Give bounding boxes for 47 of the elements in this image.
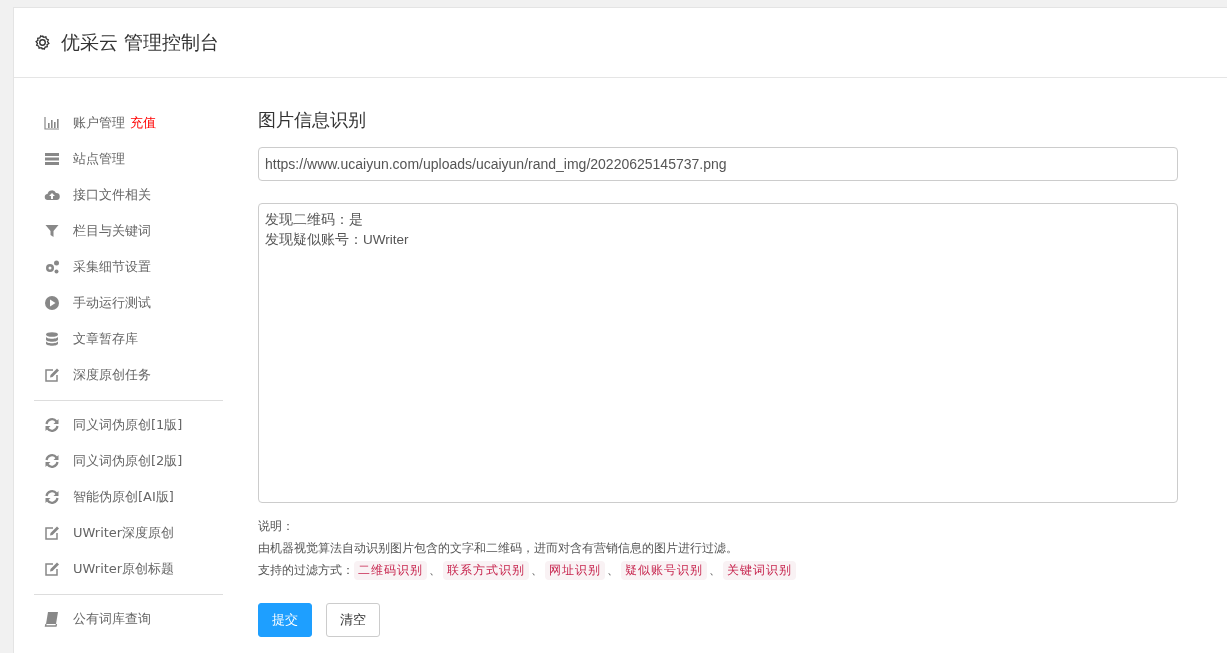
result-line: 发现二维码：是 [265, 211, 363, 229]
sidebar-link[interactable]: 同义词伪原创[1版] [73, 416, 183, 434]
separator: 、 [530, 561, 544, 579]
clear-button[interactable]: 清空 [326, 603, 380, 637]
refresh-icon [44, 453, 60, 469]
sidebar-link[interactable]: 公有词库查询 [73, 610, 151, 628]
server-icon [44, 151, 60, 167]
sidebar-link[interactable]: 账户管理 [73, 114, 125, 132]
filter-tag: 关键词识别 [723, 560, 796, 580]
note-text: 由机器视觉算法自动识别图片包含的文字和二维码，进而对含有营销信息的图片进行过滤。 [258, 540, 739, 557]
sidebar-link[interactable]: 文章暂存库 [73, 330, 138, 348]
separator: 、 [606, 561, 620, 579]
filter-tag: 疑似账号识别 [621, 560, 707, 580]
cloud-upload-icon [44, 187, 60, 203]
section-title: 图片信息识别 [258, 108, 367, 132]
recharge-link[interactable]: 充值 [130, 114, 156, 132]
refresh-icon [44, 417, 60, 433]
edit-icon [44, 525, 60, 541]
gear-icon [34, 34, 51, 51]
edit-icon [44, 561, 60, 577]
filter-tag: 联系方式识别 [443, 560, 529, 580]
sidebar-link[interactable]: 手动运行测试 [73, 294, 151, 312]
sidebar-link[interactable]: 深度原创任务 [73, 366, 151, 384]
filter-tag: 二维码识别 [354, 560, 427, 580]
filter-tag: 网址识别 [545, 560, 605, 580]
filter-icon [44, 223, 60, 239]
note-heading: 说明： [258, 518, 295, 535]
filters-label: 支持的过滤方式： [258, 562, 354, 579]
refresh-icon [44, 489, 60, 505]
console-title: 优采云 管理控制台 [61, 29, 220, 55]
url-field[interactable]: https://www.ucaiyun.com/uploads/ucaiyun/rand_img/20220625145737.png [258, 147, 1178, 181]
result-box[interactable]: 发现二维码：是 发现疑似账号：UWriter [258, 203, 1178, 503]
sidebar-link[interactable]: 智能伪原创[AI版] [73, 488, 174, 506]
database-icon [44, 331, 60, 347]
edit-icon [44, 367, 60, 383]
sidebar-link[interactable]: 接口文件相关 [73, 186, 151, 204]
sidebar-link[interactable]: 站点管理 [73, 150, 125, 168]
separator: 、 [708, 561, 722, 579]
sidebar-link[interactable]: 采集细节设置 [73, 258, 151, 276]
separator: 、 [428, 561, 442, 579]
sidebar-link[interactable]: 栏目与关键词 [73, 222, 151, 240]
bar-chart-icon [44, 115, 60, 131]
play-icon [44, 295, 60, 311]
sidebar-link[interactable]: UWriter原创标题 [73, 560, 175, 578]
result-line: 发现疑似账号：UWriter [265, 231, 409, 249]
sidebar-link[interactable]: 同义词伪原创[2版] [73, 452, 183, 470]
sidebar-link[interactable]: UWriter深度原创 [73, 524, 175, 542]
